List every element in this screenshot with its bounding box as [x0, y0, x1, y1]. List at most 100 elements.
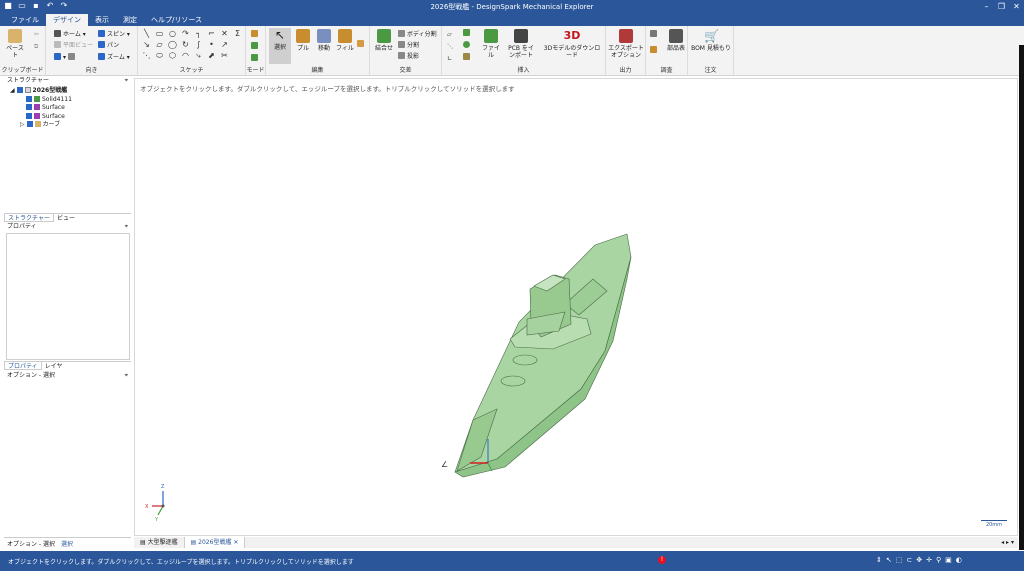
- shell-icon[interactable]: [463, 53, 472, 62]
- dotted-line-icon[interactable]: ⋱: [140, 51, 153, 62]
- project-icon[interactable]: ⬈: [205, 51, 218, 62]
- 3d-viewport[interactable]: オブジェクトをクリックします。ダブルクリックして、エッジループを選択します。トリ…: [134, 78, 1018, 536]
- tab-display[interactable]: 表示: [88, 14, 116, 26]
- doc-tab-active[interactable]: ▤ 2026型戦艦 ✕: [184, 537, 246, 548]
- tangent-icon[interactable]: ⌐: [205, 29, 218, 40]
- ellipse-icon[interactable]: ⬭: [153, 51, 166, 62]
- blend-icon[interactable]: [357, 40, 366, 49]
- view-cube-button[interactable]: ▾: [54, 53, 77, 62]
- corner-icon[interactable]: ┐: [192, 29, 205, 40]
- select-button[interactable]: ↖ 選択: [269, 28, 291, 64]
- arc-icon[interactable]: ↷: [179, 29, 192, 40]
- sphere-icon[interactable]: [463, 41, 472, 50]
- tab-select[interactable]: 選択: [57, 538, 76, 548]
- axis-insert-icon[interactable]: ⋱: [447, 42, 453, 51]
- rectangle-icon[interactable]: ▭: [153, 29, 166, 40]
- pin-icon[interactable]: ⌖: [125, 222, 128, 231]
- trim-icon[interactable]: ✕: [218, 29, 231, 40]
- move-button[interactable]: 移動: [314, 29, 334, 52]
- tree-item[interactable]: Solid4111: [10, 95, 131, 105]
- pin-icon[interactable]: ⌖: [125, 76, 128, 85]
- box-select-icon[interactable]: ⬚: [896, 556, 903, 564]
- point-icon[interactable]: •: [205, 40, 218, 51]
- tree-item[interactable]: ▷ カーブ: [10, 121, 131, 130]
- file-insert-button[interactable]: ファイル: [480, 29, 502, 59]
- pan-button[interactable]: パン: [98, 41, 119, 50]
- tangent-line-icon[interactable]: ↘: [140, 40, 153, 51]
- cut-curve-icon[interactable]: ✂: [218, 51, 231, 62]
- error-icon[interactable]: !: [658, 556, 666, 564]
- checkbox-icon[interactable]: [26, 104, 32, 110]
- copy-icon[interactable]: ⧉: [34, 42, 38, 51]
- tab-scroll-arrows[interactable]: ◂ ▸ ▾: [1001, 537, 1018, 548]
- zoom-status-icon[interactable]: ⚲: [936, 556, 941, 564]
- parts-list-button[interactable]: 部品表: [666, 29, 686, 52]
- plane-view-button[interactable]: 平面ビュー: [54, 41, 93, 50]
- tab-layers[interactable]: レイヤ: [42, 362, 66, 370]
- zoom-button[interactable]: ズーム ▾: [98, 53, 130, 62]
- tab-design[interactable]: デザイン: [46, 14, 88, 26]
- project-button[interactable]: 投影: [398, 52, 419, 61]
- checkbox-icon[interactable]: [16, 87, 23, 93]
- turret-front[interactable]: [512, 354, 538, 366]
- circle3-icon[interactable]: ◯: [166, 40, 179, 51]
- pin-icon[interactable]: ⌖: [125, 371, 128, 380]
- paste-button[interactable]: ペースト: [4, 29, 26, 59]
- close-tab-icon[interactable]: ✕: [233, 539, 238, 546]
- sigma-icon[interactable]: Σ: [231, 29, 244, 40]
- fill-button[interactable]: フィル: [335, 29, 355, 52]
- plane-insert-icon[interactable]: ▱: [447, 30, 452, 39]
- turret-rear[interactable]: [500, 375, 526, 387]
- section-mode-icon[interactable]: [251, 42, 260, 51]
- tab-options-select[interactable]: オプション - 選択: [4, 538, 58, 548]
- arc3-icon[interactable]: ◠: [179, 51, 192, 62]
- download-3d-button[interactable]: 3D 3Dモデルのダウンロード: [542, 29, 602, 59]
- battleship-model[interactable]: [454, 233, 632, 478]
- bom-quote-button[interactable]: 🛒 BOM 見積もり: [691, 29, 731, 52]
- pcb-import-button[interactable]: PCB をインポート: [506, 29, 536, 59]
- polygon-icon[interactable]: ⬡: [166, 51, 179, 62]
- spline-icon[interactable]: ∫: [192, 40, 205, 51]
- sketch-mode-icon[interactable]: [251, 30, 260, 39]
- doc-tab[interactable]: ▤ 大型駆逐艦: [134, 537, 185, 548]
- checkbox-icon[interactable]: [26, 121, 33, 127]
- lasso-icon[interactable]: ⊂: [906, 556, 912, 564]
- view-icon[interactable]: ▣: [945, 556, 952, 564]
- 3d-mode-icon[interactable]: [251, 54, 260, 63]
- rect3-icon[interactable]: ▱: [153, 40, 166, 51]
- tab-structure[interactable]: ストラクチャー: [4, 214, 54, 222]
- display-icon[interactable]: ◐: [956, 556, 962, 564]
- minimize-button[interactable]: –: [979, 0, 994, 14]
- tree-item[interactable]: Surface: [10, 112, 131, 122]
- tree-item[interactable]: Surface: [10, 104, 131, 113]
- home-button[interactable]: ホーム ▾: [54, 30, 86, 39]
- combine-button[interactable]: 結合せ: [373, 29, 395, 52]
- split-button[interactable]: 分割: [398, 41, 419, 50]
- checkbox-icon[interactable]: [26, 112, 32, 119]
- pull-button[interactable]: プル: [293, 29, 313, 52]
- checkbox-icon[interactable]: [26, 95, 32, 102]
- tab-view[interactable]: ビュー: [54, 214, 78, 222]
- close-button[interactable]: ✕: [1009, 0, 1024, 14]
- line-icon[interactable]: ╲: [140, 29, 153, 40]
- cylinder-icon[interactable]: [463, 29, 472, 38]
- sweep-icon[interactable]: ↻: [179, 40, 192, 51]
- tree-root[interactable]: ◢ 2026型戦艦: [10, 87, 131, 96]
- tab-file[interactable]: ファイル: [4, 14, 46, 26]
- tab-measure[interactable]: 測定: [116, 14, 144, 26]
- offset-icon[interactable]: ↗: [218, 40, 231, 51]
- restore-button[interactable]: ❐: [994, 0, 1009, 14]
- move-status-icon[interactable]: ✛: [926, 556, 932, 564]
- split-body-button[interactable]: ボディ分割: [398, 30, 437, 39]
- measure-icon[interactable]: [650, 30, 659, 39]
- tab-properties[interactable]: プロパティ: [4, 362, 42, 370]
- pointer-icon[interactable]: ↖: [886, 556, 892, 564]
- check-icon[interactable]: [650, 46, 659, 55]
- snap-icon[interactable]: ⇕: [876, 556, 882, 564]
- origin-insert-icon[interactable]: ∟: [447, 54, 452, 63]
- bend-icon[interactable]: ⤷: [192, 51, 205, 62]
- spin-button[interactable]: スピン ▾: [98, 30, 130, 39]
- model-canvas[interactable]: ∠ Z X Y: [135, 79, 1019, 537]
- pan-status-icon[interactable]: ✥: [916, 556, 922, 564]
- cut-icon[interactable]: ✂: [34, 30, 39, 39]
